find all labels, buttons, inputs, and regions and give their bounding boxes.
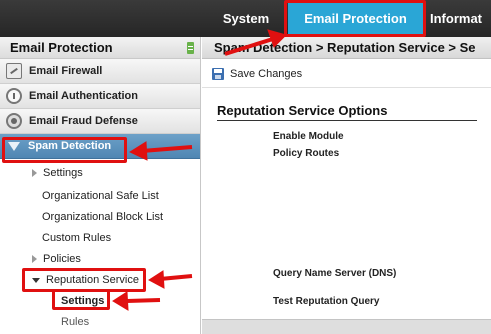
tree-item-custom-rules[interactable]: Custom Rules [42,230,111,246]
tab-information[interactable]: Informat [430,0,491,37]
sidebar-item-spam-detection[interactable]: Spam Detection [0,134,200,159]
sidebar-item-label: Email Authentication [29,90,138,102]
tree-item-settings[interactable]: Settings [32,165,83,181]
save-icon [212,67,224,80]
collapse-arrow-icon[interactable] [32,277,40,283]
expand-arrow-icon[interactable] [32,255,37,263]
save-changes-button[interactable]: Save Changes [212,67,303,80]
save-changes-label: Save Changes [230,67,303,80]
firewall-icon [6,63,22,79]
sidebar-item-label: Spam Detection [28,140,112,152]
expand-arrow-icon[interactable] [32,169,37,177]
sidebar-item-email-fraud-defense[interactable]: Email Fraud Defense [0,109,200,134]
tree-item-label: Reputation Service [46,274,139,286]
sidebar-title: Email Protection [10,40,113,55]
toolbar: Save Changes [202,60,491,88]
authentication-icon [6,88,22,104]
tree-item-reputation-service[interactable]: Reputation Service [32,272,139,288]
tree-item-label: Settings [43,167,83,179]
sidebar-item-label: Email Firewall [29,65,103,77]
tree-item-rules[interactable]: Rules [61,314,89,330]
bottom-scrollbar[interactable] [202,319,491,334]
tab-system[interactable]: System [205,0,287,37]
policy-routes-label: Policy Routes [273,148,340,159]
tree-item-reputation-settings[interactable]: Settings [61,293,104,309]
funnel-icon [8,141,20,151]
breadcrumb: Spam Detection > Reputation Service > Se [202,37,491,59]
tree-item-label: Policies [43,253,81,265]
query-name-server-label: Query Name Server (DNS) [273,268,397,279]
enable-module-label: Enable Module [273,131,344,142]
sidebar-item-email-firewall[interactable]: Email Firewall [0,59,200,84]
test-reputation-query-label: Test Reputation Query [273,296,380,307]
sidebar: Email Protection Email Firewall Email Au… [0,37,201,334]
sidebar-item-label: Email Fraud Defense [29,115,138,127]
section-title: Reputation Service Options [217,103,477,121]
sidebar-item-email-authentication[interactable]: Email Authentication [0,84,200,109]
fraud-defense-icon [6,113,22,129]
tab-email-protection[interactable]: Email Protection [288,0,423,37]
tree-item-policies[interactable]: Policies [32,251,81,267]
tree-item-organizational-safe-list[interactable]: Organizational Safe List [42,188,159,204]
sidebar-header: Email Protection [0,37,200,59]
top-navigation: System Email Protection Informat [0,0,491,37]
collapse-icon[interactable] [187,41,194,54]
tree-item-organizational-block-list[interactable]: Organizational Block List [42,209,163,225]
